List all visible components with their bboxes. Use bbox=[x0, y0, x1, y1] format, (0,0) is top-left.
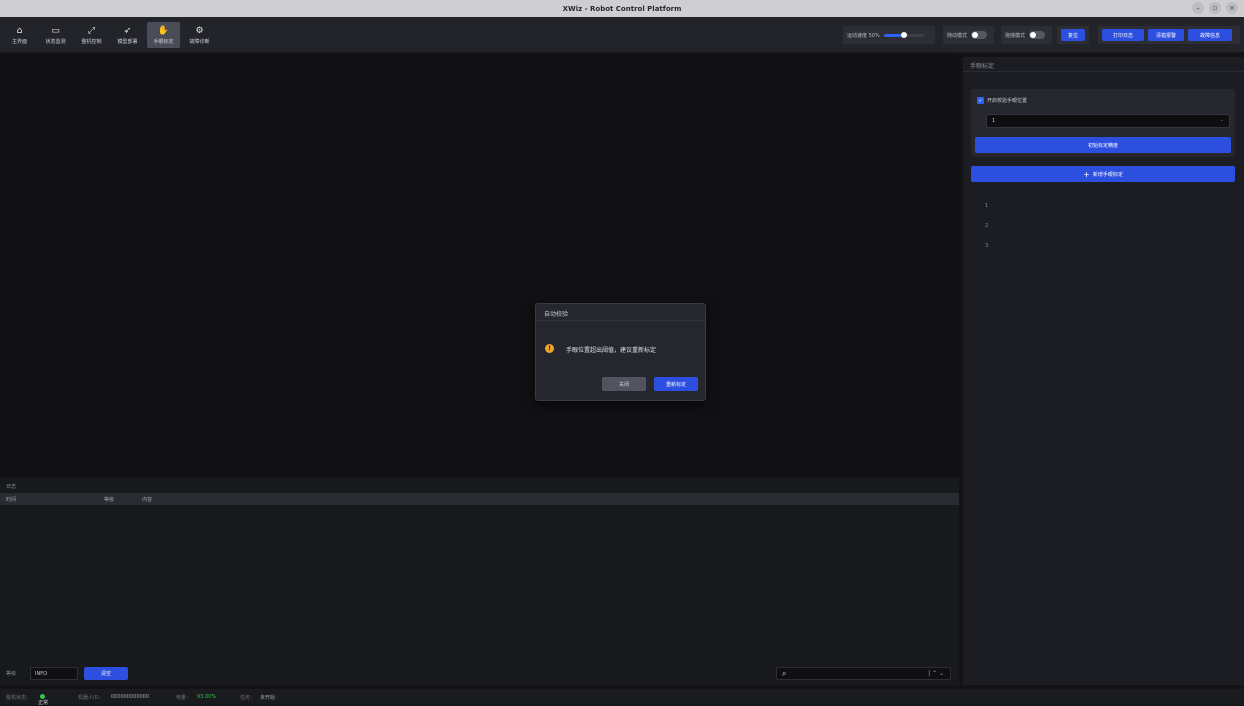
nav-label: 故障诊断 bbox=[189, 38, 210, 45]
drag-mode-control: 拖拽模式 bbox=[1001, 26, 1052, 44]
level-select[interactable]: INFO bbox=[30, 667, 78, 680]
auto-verify-dialog: 自动校验 ! 手眼位置超出阈值，建议重新标定 关闭 重新标定 bbox=[535, 303, 706, 401]
calibration-list: 1 2 3 bbox=[985, 203, 988, 263]
close-window-button[interactable]: × bbox=[1226, 2, 1238, 14]
speed-label: 运动速度 50% bbox=[847, 32, 880, 39]
fault-info-button[interactable]: 故障信息 bbox=[1188, 29, 1232, 41]
viewport bbox=[0, 54, 959, 476]
speed-slider[interactable] bbox=[883, 31, 924, 38]
nav-model-deploy[interactable]: ➶ 模型部署 bbox=[111, 22, 144, 48]
recalibrate-button[interactable]: 重新标定 bbox=[654, 377, 698, 391]
dialog-close-button[interactable]: 关闭 bbox=[602, 377, 646, 391]
drag-mode-label: 拖拽模式 bbox=[1005, 32, 1026, 39]
rocket-icon: ➶ bbox=[123, 25, 132, 36]
list-item[interactable]: 1 bbox=[985, 203, 988, 223]
nav-hand-eye-calibration[interactable]: ✋ 手眼标定 bbox=[147, 22, 180, 48]
dialog-message: 手眼位置超出阈值，建议重新标定 bbox=[566, 347, 657, 354]
nav-label: 模型部署 bbox=[117, 38, 138, 45]
list-item[interactable]: 3 bbox=[985, 243, 988, 263]
nav-machine-control[interactable]: ⤢ 整机控制 bbox=[75, 22, 108, 48]
battery-label: 电量： bbox=[176, 695, 192, 701]
add-hand-eye-button[interactable]: + 新增手眼标定 bbox=[971, 166, 1235, 182]
chevron-down-icon: ⌄ bbox=[1219, 117, 1224, 123]
home-icon: ⌂ bbox=[16, 25, 23, 36]
title-bar: XWiz - Robot Control Platform – ▫ × bbox=[0, 0, 1244, 17]
column-time: 时间 bbox=[6, 497, 17, 503]
calibration-card: ✓ 开启校验手眼位置 1 ⌄ 初始标定精度 bbox=[971, 89, 1235, 157]
top-toolbar: ⌂ 主界面 ▭ 状态监测 ⤢ 整机控制 ➶ 模型部署 ✋ 手眼标定 ⚙ 故障诊断 运动速度 … bbox=[0, 17, 1244, 53]
drag-mode-toggle[interactable] bbox=[1029, 31, 1046, 39]
log-title: 日志 bbox=[6, 484, 17, 490]
clear-log-button[interactable]: 清空 bbox=[84, 667, 128, 680]
nav-home[interactable]: ⌂ 主界面 bbox=[3, 22, 36, 48]
minimize-button[interactable]: – bbox=[1192, 2, 1204, 14]
task-label: 任务： bbox=[240, 695, 256, 701]
level-label: 等级 bbox=[6, 671, 17, 677]
follow-mode-toggle[interactable] bbox=[971, 31, 988, 39]
column-content: 内容 bbox=[142, 497, 153, 503]
robot-id-label: 机器人ID： bbox=[78, 695, 104, 701]
follow-mode-control: 随动模式 bbox=[943, 26, 994, 44]
diagnosis-icon: ⚙ bbox=[195, 25, 204, 36]
action-buttons: 打印日志 清错报警 故障信息 bbox=[1098, 26, 1240, 44]
speed-control: 运动速度 50% bbox=[843, 26, 935, 44]
clear-fault-button[interactable]: 清错报警 bbox=[1148, 29, 1184, 41]
calibration-select-value: 1 bbox=[992, 118, 996, 124]
hand-eye-panel: 手眼标定 ✓ 开启校验手眼位置 1 ⌄ 初始标定精度 + 新增手眼标定 1 2 … bbox=[963, 57, 1244, 685]
nav-label: 整机控制 bbox=[81, 38, 102, 45]
nav-fault-diagnosis[interactable]: ⚙ 故障诊断 bbox=[183, 22, 216, 48]
machine-status-value: 正常 bbox=[38, 694, 48, 706]
verify-checkbox-label: 开启校验手眼位置 bbox=[987, 98, 1028, 104]
window-controls: – ▫ × bbox=[1192, 2, 1238, 14]
nav-label: 手眼标定 bbox=[153, 38, 174, 45]
list-item[interactable]: 2 bbox=[985, 223, 988, 243]
status-bar: 整机状态： 正常 机器人ID： 000000000000 电量： 93.00% … bbox=[0, 689, 1244, 706]
log-footer: 等级 INFO 清空 ⌕ | ⌃ ⌄ bbox=[0, 667, 959, 681]
calibration-select[interactable]: 1 ⌄ bbox=[986, 114, 1230, 128]
robot-arm-icon: ⤢ bbox=[87, 25, 96, 36]
initial-calibration-button[interactable]: 初始标定精度 bbox=[975, 137, 1231, 153]
nav-label: 主界面 bbox=[11, 38, 27, 45]
main-nav: ⌂ 主界面 ▭ 状态监测 ⤢ 整机控制 ➶ 模型部署 ✋ 手眼标定 ⚙ 故障诊断 bbox=[3, 22, 216, 48]
nav-status-monitor[interactable]: ▭ 状态监测 bbox=[39, 22, 72, 48]
speed-slider-knob[interactable] bbox=[900, 31, 907, 38]
hand-eye-icon: ✋ bbox=[157, 25, 170, 36]
add-hand-eye-label: 新增手眼标定 bbox=[1092, 171, 1123, 178]
check-icon[interactable]: ✓ bbox=[977, 97, 984, 104]
log-search-input[interactable]: ⌕ | ⌃ ⌄ bbox=[776, 667, 951, 680]
reset-button[interactable]: 复位 bbox=[1061, 29, 1085, 41]
dialog-title: 自动校验 bbox=[536, 304, 705, 321]
task-value: 未开始 bbox=[260, 695, 276, 701]
log-table-header: 时间 等级 内容 bbox=[0, 493, 959, 505]
panel-title: 手眼标定 bbox=[963, 57, 1244, 72]
verify-checkbox[interactable]: ✓ 开启校验手眼位置 bbox=[977, 97, 1027, 104]
search-nav-arrows[interactable]: | ⌃ ⌄ bbox=[928, 670, 944, 677]
search-icon: ⌕ bbox=[782, 669, 787, 678]
nav-label: 状态监测 bbox=[45, 38, 66, 45]
maximize-button[interactable]: ▫ bbox=[1209, 2, 1221, 14]
log-panel: 日志 时间 等级 内容 等级 INFO 清空 ⌕ | ⌃ ⌄ bbox=[0, 478, 959, 685]
print-log-button[interactable]: 打印日志 bbox=[1102, 29, 1144, 41]
robot-id-value: 000000000000 bbox=[111, 694, 150, 700]
warning-icon: ! bbox=[545, 344, 554, 353]
column-level: 等级 bbox=[104, 497, 115, 503]
plus-icon: + bbox=[1083, 169, 1090, 179]
monitor-icon: ▭ bbox=[51, 25, 60, 36]
follow-mode-label: 随动模式 bbox=[947, 32, 968, 39]
reset-group: 复位 bbox=[1057, 26, 1089, 44]
window-title: XWiz - Robot Control Platform bbox=[562, 4, 682, 13]
battery-value: 93.00% bbox=[197, 694, 217, 700]
machine-status-label: 整机状态： bbox=[6, 695, 32, 701]
